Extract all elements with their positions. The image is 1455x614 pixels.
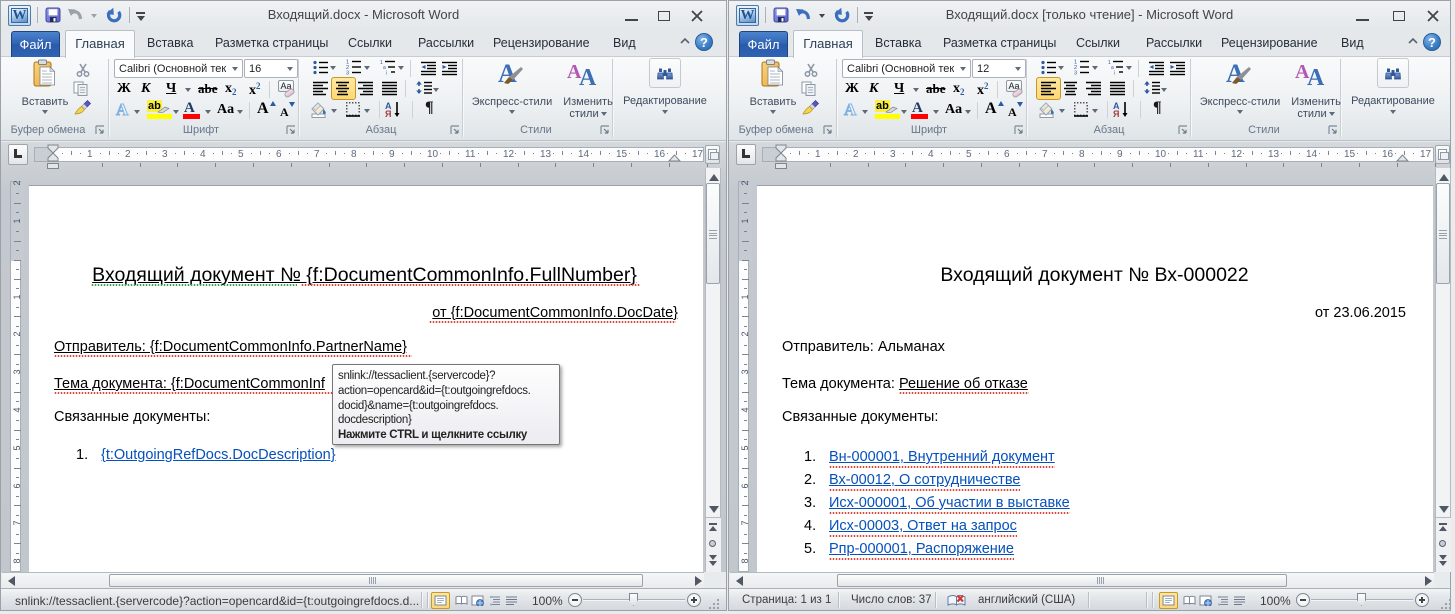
- svg-text:i: i: [1114, 71, 1115, 76]
- svg-text:Я: Я: [1113, 109, 1119, 118]
- svg-text:А: А: [116, 100, 129, 118]
- svg-text:3: 3: [1074, 71, 1077, 76]
- svg-text:3: 3: [346, 71, 349, 76]
- svg-text:А: А: [844, 100, 857, 118]
- svg-text:Я: Я: [385, 109, 391, 118]
- svg-text:i: i: [386, 71, 387, 76]
